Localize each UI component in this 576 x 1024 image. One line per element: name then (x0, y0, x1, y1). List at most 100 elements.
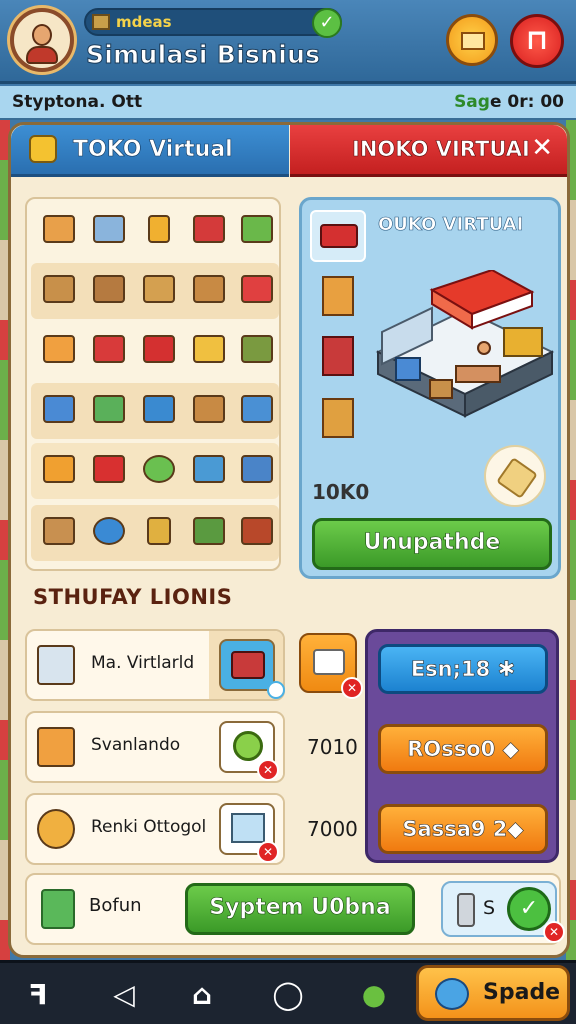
fridge-icon[interactable] (89, 211, 129, 251)
inventory-tile[interactable]: ✕ (299, 633, 363, 699)
leaf-icon[interactable]: ● (354, 975, 394, 1015)
list-item-value: 7000 (307, 817, 358, 841)
bottom-nav: ꟻ ◁ ⌂ ◯ ● Spade (0, 960, 576, 1024)
van-icon[interactable] (237, 451, 277, 491)
grid-row (31, 505, 279, 561)
cash-register-icon[interactable] (39, 271, 79, 311)
user-circle-icon[interactable] (139, 451, 179, 491)
vending-thumbnail[interactable] (310, 330, 366, 382)
home-icon[interactable]: ◯ (268, 975, 308, 1015)
register-icon (231, 651, 265, 679)
box-icon (313, 649, 345, 675)
diamond-icon: ◆ (502, 737, 519, 762)
shop-shelf-icon[interactable] (139, 391, 179, 431)
shop-shelf-thumbnail[interactable] (310, 270, 366, 322)
stand-icon (322, 398, 354, 438)
box-icon[interactable] (89, 271, 129, 311)
meat-crate-icon[interactable] (237, 513, 277, 553)
store-title: OUKO VIRTUAI (378, 214, 524, 236)
truck-thumbnail[interactable] (310, 210, 366, 262)
exit-button[interactable]: ⊓ (510, 14, 564, 68)
globe-icon (435, 978, 469, 1010)
back-icon[interactable]: ◁ (104, 975, 144, 1015)
gift-box-icon (37, 727, 75, 767)
truck-icon[interactable] (189, 211, 229, 251)
shopping-bag-icon[interactable] (89, 451, 129, 491)
list-item-side: ✕ (209, 795, 283, 863)
forklift-icon[interactable] (89, 331, 129, 371)
remove-badge-icon[interactable]: ✕ (257, 759, 279, 781)
status-right-text: Sage 0r: 00 (454, 92, 564, 112)
shop-stall-icon[interactable]: ⌂ (182, 975, 222, 1015)
tab-toko-virtual[interactable]: TOKO Virtual (11, 125, 289, 177)
shelf-icon (322, 276, 354, 316)
tab-left-label: TOKO Virtual (73, 137, 233, 163)
confirm-card[interactable]: S ✓ ✕ (441, 881, 565, 943)
list-item-label: Renki Ottogol (91, 817, 207, 837)
gear-icon: ✱ (497, 657, 516, 682)
package-icon[interactable] (189, 331, 229, 371)
gift-box-icon[interactable] (39, 331, 79, 371)
confirm-card-text: S (483, 897, 496, 919)
check-icon[interactable]: ✓ (312, 8, 342, 38)
item-grid (25, 197, 281, 571)
chip-icon (29, 135, 57, 163)
box-icon[interactable] (189, 271, 229, 311)
system-update-button[interactable]: Syptem U0bna (185, 883, 415, 935)
bag-icon[interactable] (39, 391, 79, 431)
grid-row (31, 383, 279, 439)
remove-badge-icon[interactable]: ✕ (257, 841, 279, 863)
upgrade-button[interactable]: Unupathde (312, 518, 552, 570)
produce-crate-icon[interactable] (139, 271, 179, 311)
small-check-icon (267, 681, 285, 699)
scroll-icon[interactable] (484, 445, 546, 507)
top-header: mdeas ✓ Simulasi Bisnius ⊓ (0, 0, 576, 84)
list-item-label: Ma. Virtlarld (91, 653, 195, 673)
tools-icon[interactable] (139, 513, 179, 553)
crate-icon[interactable] (237, 211, 277, 251)
action-button-orange-1-label: ROsso0 (407, 737, 496, 762)
produce-crate-icon[interactable] (189, 391, 229, 431)
van-icon[interactable] (237, 391, 277, 431)
users-icon[interactable] (189, 451, 229, 491)
list-item[interactable]: Svanlando ✕ (25, 711, 285, 783)
gift-box-icon[interactable] (39, 451, 79, 491)
mail-button[interactable] (446, 14, 498, 66)
action-button-orange-2-label: Sassa9 2 (402, 817, 508, 842)
keys-icon[interactable] (139, 211, 179, 251)
box-icon[interactable] (39, 211, 79, 251)
car-icon[interactable] (237, 271, 277, 311)
magnifier-icon (233, 731, 263, 761)
vending-machine-icon (322, 336, 354, 376)
safe-icon (37, 809, 75, 849)
vegetable-crate-icon[interactable] (237, 331, 277, 371)
spade-button[interactable]: Spade (416, 965, 570, 1021)
people-icon[interactable] (89, 513, 129, 553)
list-item[interactable]: Renki Ottogol ✕ (25, 793, 285, 865)
action-button-blue[interactable]: Esn;18 ✱ (378, 644, 548, 694)
recent-apps-icon[interactable]: ꟻ (18, 975, 58, 1015)
truck-icon (320, 224, 358, 248)
action-panel: Esn;18 ✱ ROsso0 ◆ Sassa9 2◆ (365, 629, 559, 863)
bottle-icon (457, 893, 475, 927)
remove-badge-icon[interactable]: ✕ (543, 921, 565, 943)
close-icon[interactable]: ✕ (531, 133, 553, 163)
action-button-orange-1[interactable]: ROsso0 ◆ (378, 724, 548, 774)
cash-register-tile[interactable] (219, 639, 275, 691)
section-title: STHUFAY LIONIS (33, 585, 233, 609)
register-icon[interactable] (189, 513, 229, 553)
player-avatar[interactable] (10, 8, 74, 72)
resource-pill[interactable]: mdeas ✓ (84, 8, 342, 38)
action-button-blue-label: Esn;18 (410, 657, 491, 682)
grid-row (31, 263, 279, 319)
car-icon[interactable] (139, 331, 179, 371)
market-stall-icon[interactable] (89, 391, 129, 431)
action-button-orange-2[interactable]: Sassa9 2◆ (378, 804, 548, 854)
tab-inoko-virtual[interactable]: INOKO VIRTUAI ✕ (290, 125, 567, 177)
list-item[interactable]: Ma. Virtlarld (25, 629, 285, 701)
store-preview: OUKO VIRTUAI 10K0 Unupathde (299, 197, 561, 579)
remove-badge-icon[interactable]: ✕ (341, 677, 363, 699)
stand-thumbnail[interactable] (310, 392, 366, 444)
cash-box-icon[interactable] (39, 513, 79, 553)
envelope-icon (461, 32, 485, 50)
